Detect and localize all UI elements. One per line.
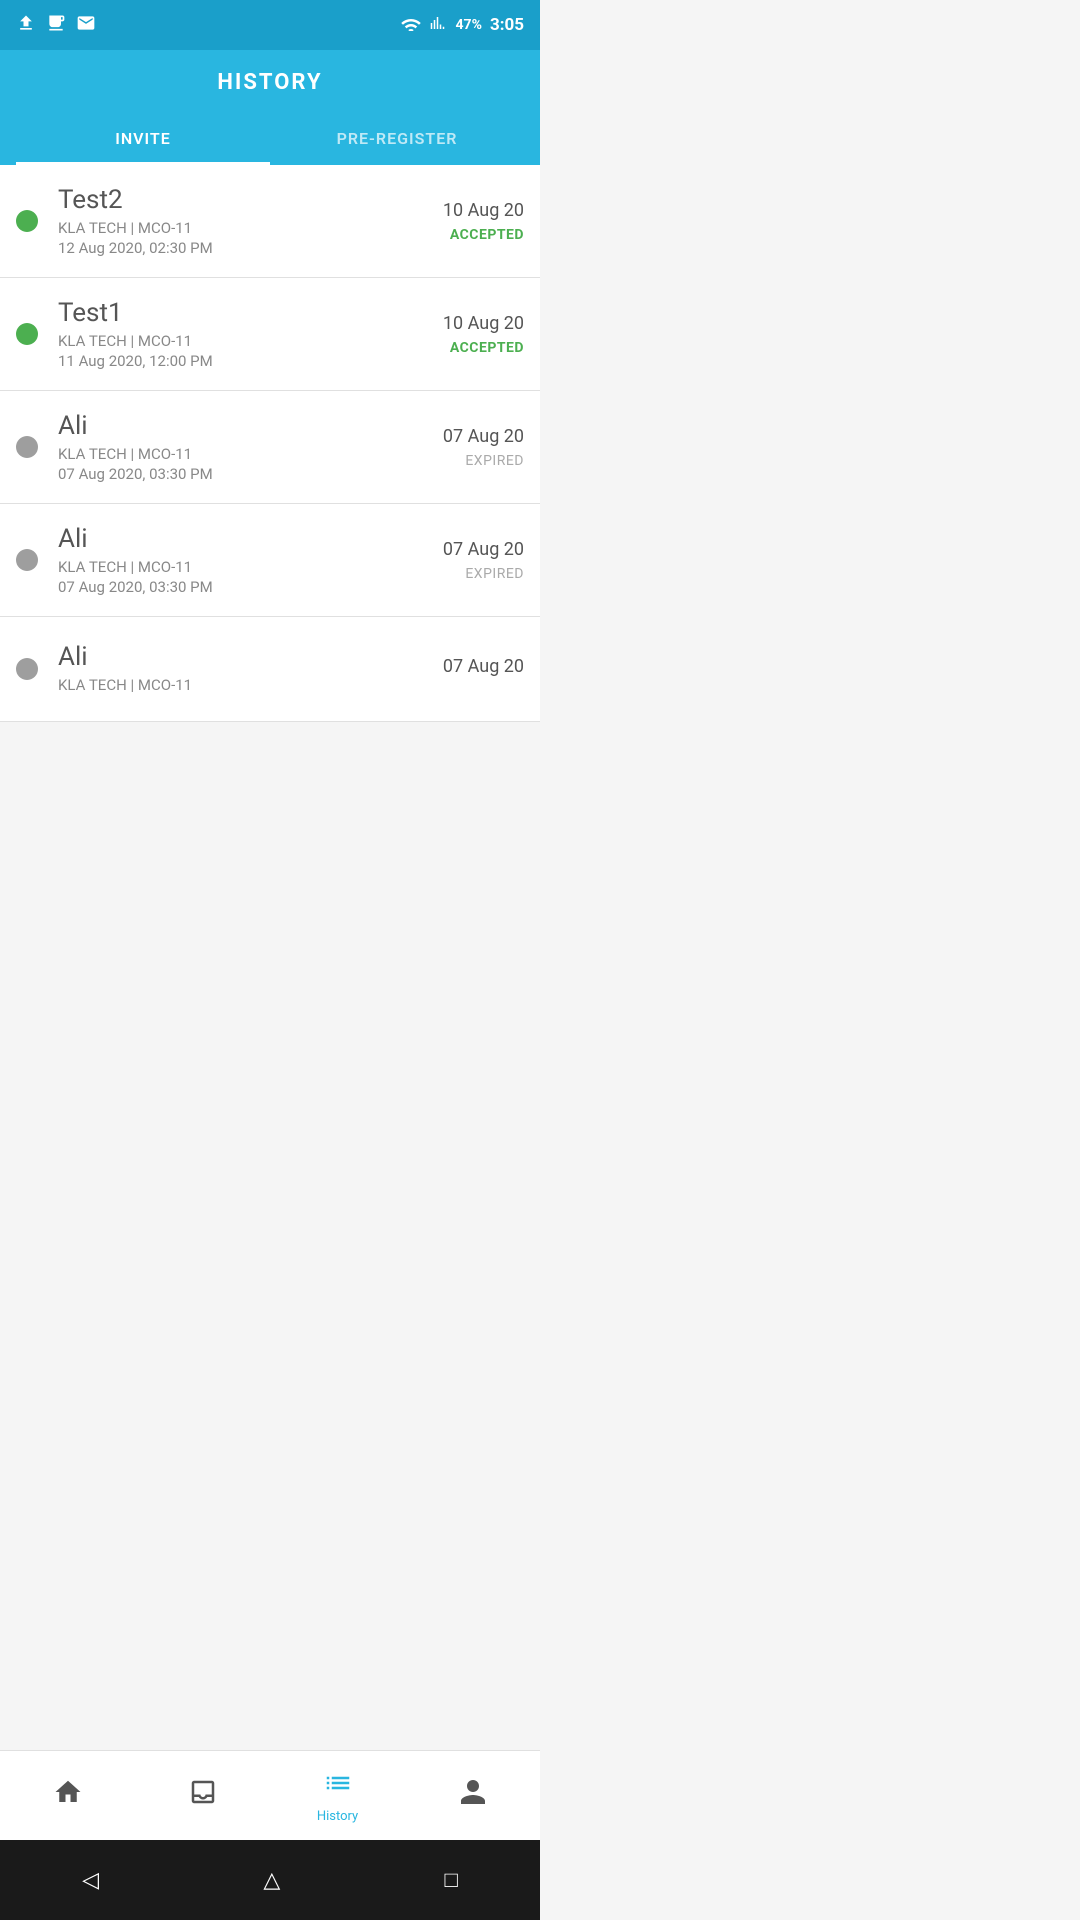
tab-preregister[interactable]: PRE-REGISTER: [270, 115, 524, 165]
history-nav-label: History: [317, 1809, 358, 1824]
app-header: HISTORY INVITE PRE-REGISTER: [0, 50, 540, 165]
item-date-right: 10 Aug 20: [404, 313, 524, 334]
list-item[interactable]: Ali KLA TECH | MCO-11 07 Aug 2020, 03:30…: [0, 391, 540, 504]
item-right: 07 Aug 20 EXPIRED: [404, 426, 524, 469]
status-bar-left: [16, 13, 96, 37]
item-status: ACCEPTED: [404, 227, 524, 243]
status-bar-right: 47% 3:05: [400, 15, 524, 35]
page-title: HISTORY: [16, 70, 524, 95]
status-dot: [16, 549, 38, 571]
inbox-icon: [188, 1777, 218, 1814]
list-item[interactable]: Test2 KLA TECH | MCO-11 12 Aug 2020, 02:…: [0, 165, 540, 278]
item-datetime: 07 Aug 2020, 03:30 PM: [58, 465, 404, 483]
item-info: Ali KLA TECH | MCO-11 07 Aug 2020, 03:30…: [58, 524, 404, 596]
bottom-nav: History: [0, 1750, 540, 1840]
status-bar: 47% 3:05: [0, 0, 540, 50]
profile-icon: [458, 1777, 488, 1814]
news-icon: [46, 13, 66, 37]
back-button[interactable]: ◁: [82, 1868, 99, 1893]
item-company: KLA TECH | MCO-11: [58, 219, 404, 237]
item-company: KLA TECH | MCO-11: [58, 332, 404, 350]
item-name: Ali: [58, 642, 404, 672]
home-icon: [53, 1777, 83, 1814]
nav-history[interactable]: History: [270, 1768, 405, 1824]
time-display: 3:05: [490, 15, 524, 35]
item-datetime: 07 Aug 2020, 03:30 PM: [58, 578, 404, 596]
tab-invite[interactable]: INVITE: [16, 115, 270, 165]
item-right: 10 Aug 20 ACCEPTED: [404, 313, 524, 356]
nav-profile[interactable]: [405, 1777, 540, 1814]
home-button[interactable]: △: [263, 1868, 280, 1893]
item-right: 07 Aug 20 EXPIRED: [404, 539, 524, 582]
item-datetime: 12 Aug 2020, 02:30 PM: [58, 239, 404, 257]
history-list: Test2 KLA TECH | MCO-11 12 Aug 2020, 02:…: [0, 165, 540, 722]
recents-button[interactable]: □: [445, 1867, 458, 1893]
wifi-icon: [400, 15, 422, 35]
item-info: Test2 KLA TECH | MCO-11 12 Aug 2020, 02:…: [58, 185, 404, 257]
item-date-right: 07 Aug 20: [404, 426, 524, 447]
item-info: Ali KLA TECH | MCO-11: [58, 642, 404, 696]
status-dot: [16, 436, 38, 458]
item-name: Ali: [58, 411, 404, 441]
item-status: EXPIRED: [404, 453, 524, 469]
tab-bar: INVITE PRE-REGISTER: [16, 115, 524, 165]
item-datetime: 11 Aug 2020, 12:00 PM: [58, 352, 404, 370]
item-name: Test2: [58, 185, 404, 215]
item-info: Test1 KLA TECH | MCO-11 11 Aug 2020, 12:…: [58, 298, 404, 370]
nav-inbox[interactable]: [135, 1777, 270, 1814]
item-date-right: 07 Aug 20: [404, 539, 524, 560]
list-item[interactable]: Ali KLA TECH | MCO-11 07 Aug 2020, 03:30…: [0, 504, 540, 617]
history-list-icon: [323, 1768, 353, 1805]
status-dot: [16, 323, 38, 345]
item-right: 10 Aug 20 ACCEPTED: [404, 200, 524, 243]
item-info: Ali KLA TECH | MCO-11 07 Aug 2020, 03:30…: [58, 411, 404, 483]
item-date-right: 07 Aug 20: [404, 656, 524, 677]
item-company: KLA TECH | MCO-11: [58, 558, 404, 576]
battery-icon: 47%: [456, 17, 482, 33]
item-status: EXPIRED: [404, 566, 524, 582]
status-dot: [16, 658, 38, 680]
signal-icon: [430, 15, 448, 35]
item-date-right: 10 Aug 20: [404, 200, 524, 221]
android-nav-bar: ◁ △ □: [0, 1840, 540, 1920]
item-status: ACCEPTED: [404, 340, 524, 356]
list-item[interactable]: Test1 KLA TECH | MCO-11 11 Aug 2020, 12:…: [0, 278, 540, 391]
item-company: KLA TECH | MCO-11: [58, 445, 404, 463]
nav-home[interactable]: [0, 1777, 135, 1814]
item-right: 07 Aug 20: [404, 656, 524, 683]
item-name: Test1: [58, 298, 404, 328]
item-name: Ali: [58, 524, 404, 554]
item-company: KLA TECH | MCO-11: [58, 676, 404, 694]
status-dot: [16, 210, 38, 232]
list-item[interactable]: Ali KLA TECH | MCO-11 07 Aug 20: [0, 617, 540, 722]
mail-icon: [76, 13, 96, 37]
upload-icon: [16, 13, 36, 37]
